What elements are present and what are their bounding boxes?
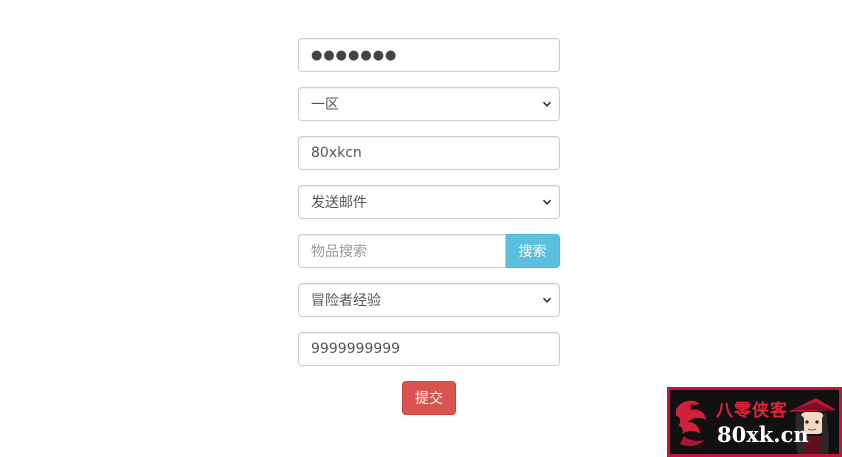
username-value: 80xkcn bbox=[311, 145, 362, 161]
quantity-value: 9999999999 bbox=[311, 341, 401, 357]
password-field[interactable]: ●●●●●●● bbox=[298, 38, 560, 72]
dragon-icon bbox=[676, 400, 706, 447]
username-field[interactable]: 80xkcn bbox=[298, 136, 560, 170]
logo-title-cn: 八零侠客 bbox=[716, 401, 788, 421]
password-value: ●●●●●●● bbox=[311, 47, 398, 63]
submit-button[interactable]: 提交 bbox=[402, 381, 456, 415]
item-search-placeholder: 物品搜索 bbox=[311, 244, 367, 260]
chevron-down-icon bbox=[541, 294, 553, 306]
site-logo-watermark: 八零侠客 80xk.cn bbox=[667, 387, 842, 457]
item-select[interactable]: 冒险者经验 bbox=[298, 283, 560, 317]
action-select-value: 发送邮件 bbox=[311, 195, 367, 211]
server-select-value: 一区 bbox=[311, 97, 339, 113]
server-select[interactable]: 一区 bbox=[298, 87, 560, 121]
logo-site: 80xk.cn bbox=[717, 422, 809, 447]
chevron-down-icon bbox=[541, 98, 553, 110]
page: ●●●●●●● 一区 80xkcn 发送邮件 物品搜索 搜索 冒险者经验 999… bbox=[0, 0, 842, 457]
item-search-group: 物品搜索 搜索 bbox=[298, 234, 560, 268]
action-select[interactable]: 发送邮件 bbox=[298, 185, 560, 219]
item-select-value: 冒险者经验 bbox=[311, 293, 381, 309]
submit-row: 提交 bbox=[298, 381, 560, 415]
mail-form: ●●●●●●● 一区 80xkcn 发送邮件 物品搜索 搜索 冒险者经验 999… bbox=[298, 38, 560, 415]
search-button[interactable]: 搜索 bbox=[506, 234, 560, 268]
quantity-field[interactable]: 9999999999 bbox=[298, 332, 560, 366]
chevron-down-icon bbox=[541, 196, 553, 208]
item-search-input[interactable]: 物品搜索 bbox=[298, 234, 506, 268]
